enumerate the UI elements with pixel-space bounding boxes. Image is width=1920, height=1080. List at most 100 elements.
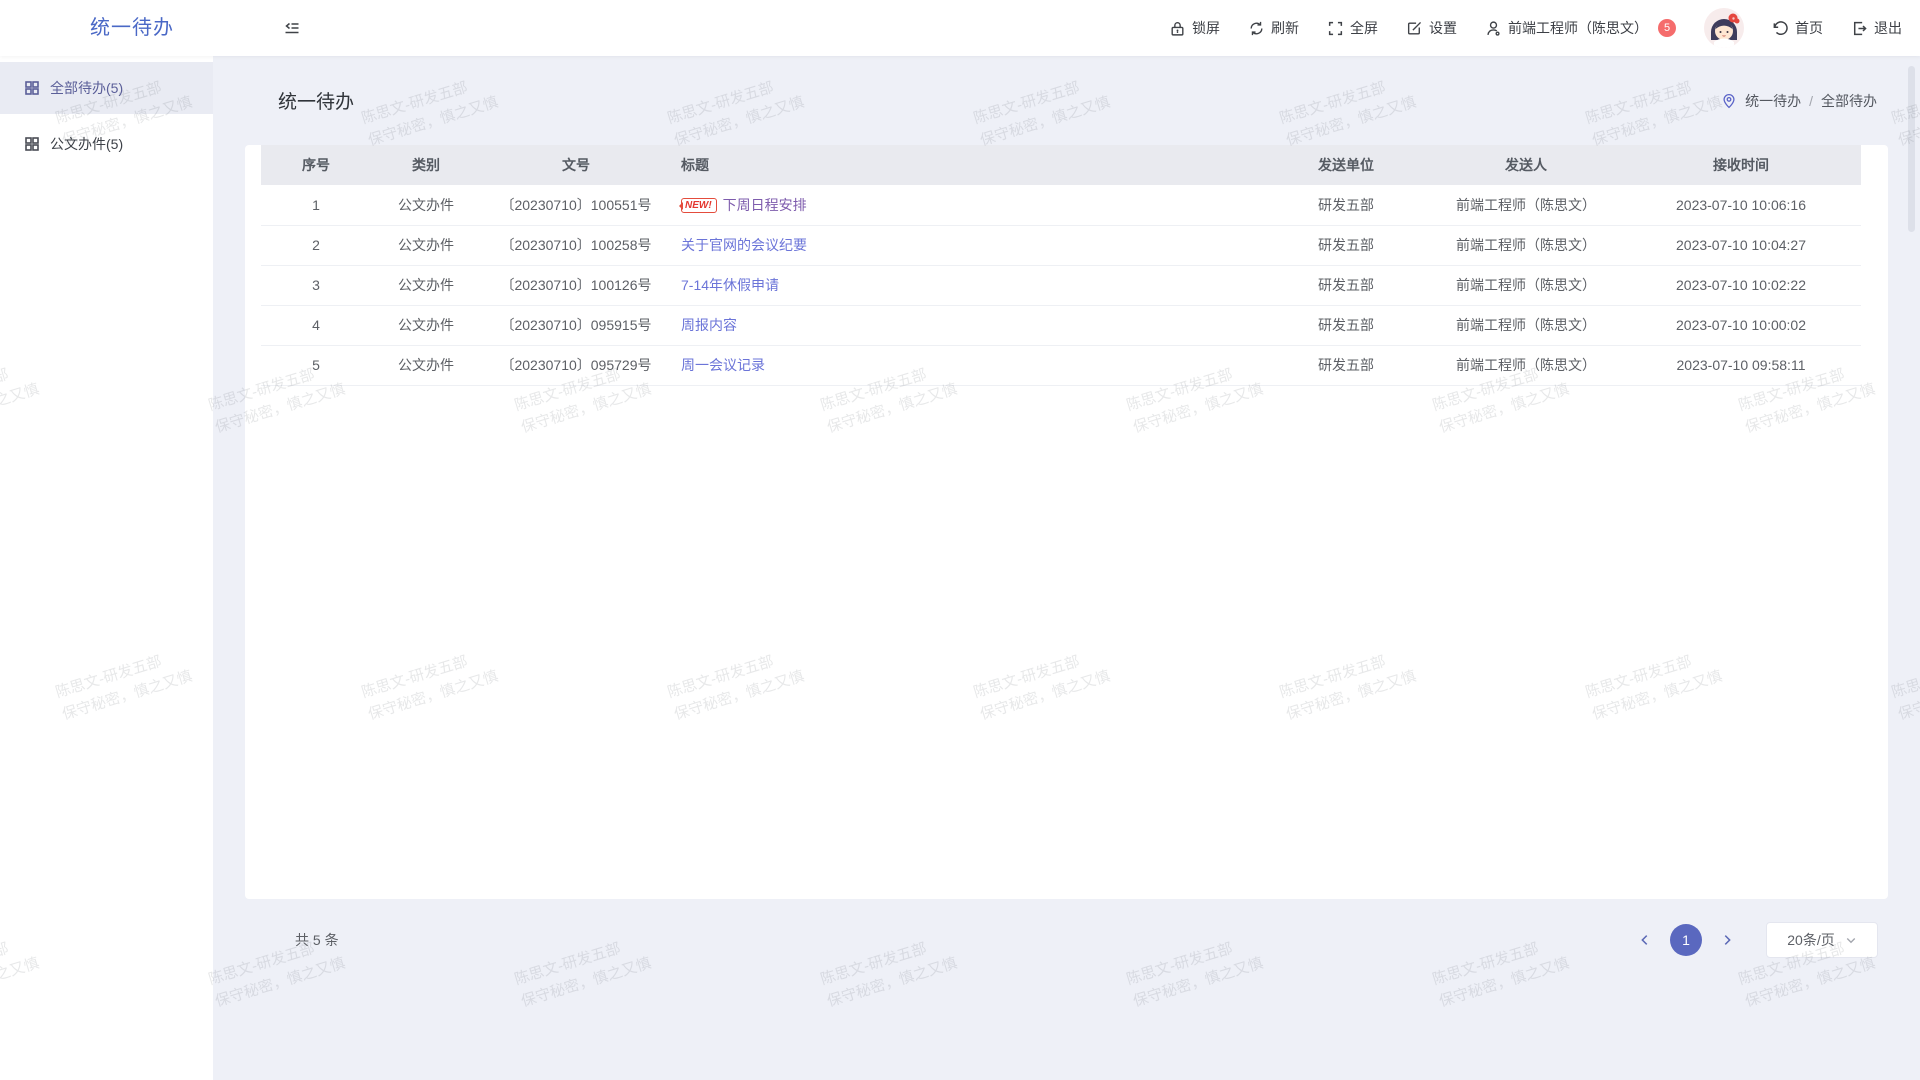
cell-index: 5	[261, 345, 371, 385]
tool-label: 全屏	[1350, 18, 1378, 38]
table-row: 1公文办件〔20230710〕100551号 NEW! 下周日程安排 研发五部前端工程…	[261, 185, 1861, 225]
page-size-value: 20条/页	[1787, 930, 1834, 950]
lock-screen-button[interactable]: 锁屏	[1169, 18, 1220, 38]
doc-title-link[interactable]: 关于官网的会议纪要	[681, 237, 807, 253]
cell-category: 公文办件	[371, 225, 481, 265]
table-row: 3公文办件〔20230710〕100126号7-14年休假申请研发五部前端工程师…	[261, 265, 1861, 305]
fullscreen-button[interactable]: 全屏	[1327, 18, 1378, 38]
lock-icon	[1169, 20, 1186, 37]
cell-title: 周一会议记录	[671, 345, 1261, 385]
tool-label: 锁屏	[1192, 18, 1220, 38]
doc-title-link[interactable]: 周报内容	[681, 317, 737, 333]
sidebar-item-label: 全部待办(5)	[50, 78, 123, 98]
fullscreen-icon	[1327, 20, 1344, 37]
chevron-down-icon	[1845, 934, 1857, 946]
todo-count-badge: 5	[1658, 19, 1676, 37]
prev-page-button[interactable]	[1634, 929, 1656, 951]
doc-title-link[interactable]: 周一会议记录	[681, 357, 765, 373]
col-doc-no: 文号	[481, 145, 671, 185]
col-title: 标题	[671, 145, 1261, 185]
cell-doc-no: 〔20230710〕095729号	[481, 345, 671, 385]
sidebar-item-all-todos[interactable]: 全部待办(5)	[0, 62, 213, 114]
location-pin-icon	[1721, 93, 1737, 109]
table-header-row: 序号 类别 文号 标题 发送单位 发送人 接收时间	[261, 145, 1861, 185]
cell-unit: 研发五部	[1261, 305, 1431, 345]
col-index: 序号	[261, 145, 371, 185]
todo-table-card: 序号 类别 文号 标题 发送单位 发送人 接收时间 1公文办件〔20230710…	[245, 145, 1888, 899]
cell-doc-no: 〔20230710〕095915号	[481, 305, 671, 345]
cell-time: 2023-07-10 10:02:22	[1621, 265, 1861, 305]
doc-title-link[interactable]: 7-14年休假申请	[681, 277, 779, 293]
cell-sender: 前端工程师（陈思文）	[1431, 345, 1621, 385]
settings-button[interactable]: 设置	[1406, 18, 1457, 38]
breadcrumb-current[interactable]: 全部待办	[1821, 91, 1877, 111]
avatar[interactable]	[1704, 8, 1744, 48]
page-number-1[interactable]: 1	[1670, 924, 1702, 956]
settings-icon	[1406, 20, 1423, 37]
refresh-button[interactable]: 刷新	[1248, 18, 1299, 38]
current-user[interactable]: 前端工程师（陈思文） 5	[1485, 18, 1676, 38]
logout-icon	[1851, 20, 1868, 37]
grid-icon	[24, 136, 40, 152]
col-time: 接收时间	[1621, 145, 1861, 185]
cell-category: 公文办件	[371, 185, 481, 225]
cell-time: 2023-07-10 10:00:02	[1621, 305, 1861, 345]
sidebar-item-label: 公文办件(5)	[50, 134, 123, 154]
cell-index: 2	[261, 225, 371, 265]
cell-time: 2023-07-10 10:04:27	[1621, 225, 1861, 265]
table-row: 4公文办件〔20230710〕095915号周报内容 研发五部前端工程师（陈思文）…	[261, 305, 1861, 345]
tool-label: 设置	[1429, 18, 1457, 38]
collapse-menu-icon	[283, 19, 301, 37]
cell-title: NEW! 下周日程安排	[671, 185, 1261, 225]
cell-time: 2023-07-10 10:06:16	[1621, 185, 1861, 225]
grid-icon	[24, 80, 40, 96]
todo-table: 序号 类别 文号 标题 发送单位 发送人 接收时间 1公文办件〔20230710…	[261, 145, 1861, 386]
next-page-button[interactable]	[1716, 929, 1738, 951]
vertical-scrollbar[interactable]	[1908, 66, 1915, 232]
cell-category: 公文办件	[371, 345, 481, 385]
cell-title: 7-14年休假申请	[671, 265, 1261, 305]
cell-doc-no: 〔20230710〕100551号	[481, 185, 671, 225]
sidebar-collapse-button[interactable]	[283, 19, 301, 37]
cell-category: 公文办件	[371, 305, 481, 345]
cell-index: 4	[261, 305, 371, 345]
breadcrumb-separator: /	[1809, 93, 1813, 109]
app-logo: 统一待办	[90, 0, 174, 56]
home-label: 首页	[1795, 18, 1823, 38]
cell-category: 公文办件	[371, 265, 481, 305]
sidebar-item-official-docs[interactable]: 公文办件(5)	[0, 118, 213, 170]
pagination: 1 20条/页	[1634, 922, 1878, 958]
cell-sender: 前端工程师（陈思文）	[1431, 265, 1621, 305]
app-header: 统一待办 锁屏 刷新	[0, 0, 1920, 56]
doc-title-link[interactable]: 下周日程安排	[723, 197, 807, 213]
main-content: 统一待办 统一待办 / 全部待办 序号 类别	[213, 56, 1920, 1080]
home-button[interactable]: 首页	[1772, 18, 1823, 38]
cell-unit: 研发五部	[1261, 185, 1431, 225]
page-size-select[interactable]: 20条/页	[1766, 922, 1878, 958]
total-count: 共 5 条	[295, 930, 339, 950]
user-icon	[1485, 20, 1502, 37]
cell-unit: 研发五部	[1261, 225, 1431, 265]
cell-doc-no: 〔20230710〕100258号	[481, 225, 671, 265]
cell-unit: 研发五部	[1261, 345, 1431, 385]
cell-sender: 前端工程师（陈思文）	[1431, 225, 1621, 265]
cell-doc-no: 〔20230710〕100126号	[481, 265, 671, 305]
cell-index: 1	[261, 185, 371, 225]
logout-label: 退出	[1874, 18, 1902, 38]
cell-time: 2023-07-10 09:58:11	[1621, 345, 1861, 385]
sidebar: 全部待办(5) 公文办件(5)	[0, 56, 213, 1080]
table-row: 5公文办件〔20230710〕095729号周一会议记录 研发五部前端工程师（陈思…	[261, 345, 1861, 385]
cell-title: 周报内容	[671, 305, 1261, 345]
refresh-icon	[1248, 20, 1265, 37]
logout-button[interactable]: 退出	[1851, 18, 1902, 38]
cell-sender: 前端工程师（陈思文）	[1431, 305, 1621, 345]
tool-label: 刷新	[1271, 18, 1299, 38]
cell-sender: 前端工程师（陈思文）	[1431, 185, 1621, 225]
back-home-icon	[1772, 20, 1789, 37]
cell-index: 3	[261, 265, 371, 305]
new-badge: NEW!	[681, 198, 717, 213]
col-category: 类别	[371, 145, 481, 185]
col-sender: 发送人	[1431, 145, 1621, 185]
page-title: 统一待办	[278, 87, 354, 114]
breadcrumb-first[interactable]: 统一待办	[1745, 91, 1801, 111]
